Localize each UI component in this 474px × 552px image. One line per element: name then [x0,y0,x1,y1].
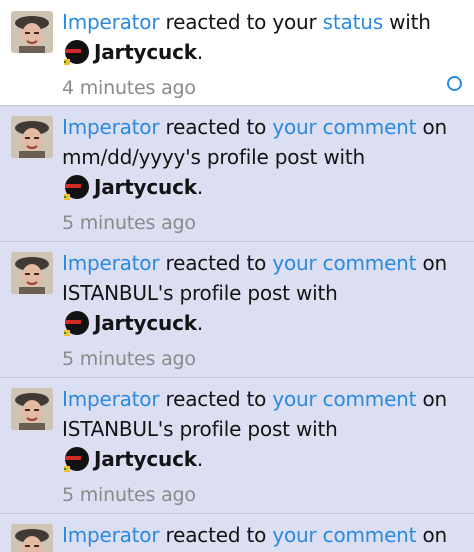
period: . [196,175,204,199]
period: . [196,311,204,335]
target-link[interactable]: your comment [272,251,416,275]
avatar-image [11,524,53,552]
target-link[interactable]: status [323,10,383,34]
period: . [196,40,204,64]
action-text: reacted to [165,523,267,547]
notification-item[interactable]: Imperator reacted to your comment on IST… [0,242,474,378]
period: . [196,447,204,471]
reaction: Jartycuck. [62,37,203,67]
notification-item[interactable]: Imperator reacted to your comment on IST… [0,378,474,514]
actor-link[interactable]: Imperator [62,387,160,411]
reaction: Jartycuck. [62,308,203,338]
actor-link[interactable]: Imperator [62,10,160,34]
reaction-name: Jartycuck [94,175,197,199]
owner-line: ISTANBUL's profile post with [62,281,338,305]
reaction-name: Jartycuck [94,447,197,471]
avatar-image [11,116,53,158]
notification-text: Imperator reacted to your status with Ja… [62,7,444,103]
action-text: reacted to [165,251,267,275]
avatar-image [11,252,53,294]
action-suffix: with [389,10,431,34]
avatar[interactable] [11,388,53,430]
action-suffix: on [422,523,447,547]
jartycuck-reaction-icon [64,447,89,472]
avatar[interactable] [11,524,53,552]
action-suffix: on [422,115,447,139]
reaction: Jartycuck. [62,172,203,202]
target-link[interactable]: your comment [272,523,416,547]
timestamp: 5 minutes ago [62,212,196,234]
owner-line: ISTANBUL's profile post with [62,417,338,441]
jartycuck-reaction-icon [64,311,89,336]
actor-link[interactable]: Imperator [62,523,160,547]
reaction-name: Jartycuck [94,311,197,335]
notification-text: Imperator reacted to your comment on mm/… [62,112,447,238]
notification-text: Imperator reacted to your comment on [62,520,447,550]
action-suffix: on [422,251,447,275]
avatar-image [11,11,53,53]
actor-link[interactable]: Imperator [62,115,160,139]
target-link[interactable]: your comment [272,387,416,411]
reaction: Jartycuck. [62,444,203,474]
action-text: reacted to your [165,10,317,34]
action-text: reacted to [165,387,267,411]
target-link[interactable]: your comment [272,115,416,139]
timestamp: 5 minutes ago [62,348,196,370]
action-text: reacted to [165,115,267,139]
avatar[interactable] [11,116,53,158]
notification-item[interactable]: Imperator reacted to your comment on mm/… [0,106,474,242]
action-suffix: on [422,387,447,411]
reaction-name: Jartycuck [94,40,197,64]
avatar[interactable] [11,252,53,294]
actor-link[interactable]: Imperator [62,251,160,275]
notification-item[interactable]: Imperator reacted to your status with Ja… [0,0,474,106]
owner-line: mm/dd/yyyy's profile post with [62,145,365,169]
timestamp: 5 minutes ago [62,484,196,506]
notification-text: Imperator reacted to your comment on IST… [62,248,447,374]
timestamp: 4 minutes ago [62,77,196,99]
avatar-image [11,388,53,430]
notification-text: Imperator reacted to your comment on IST… [62,384,447,510]
mark-read-circle-icon[interactable] [447,76,462,91]
jartycuck-reaction-icon [64,40,89,65]
notification-list: Imperator reacted to your status with Ja… [0,0,474,552]
notification-item[interactable]: Imperator reacted to your comment on [0,514,474,552]
jartycuck-reaction-icon [64,175,89,200]
avatar[interactable] [11,11,53,53]
